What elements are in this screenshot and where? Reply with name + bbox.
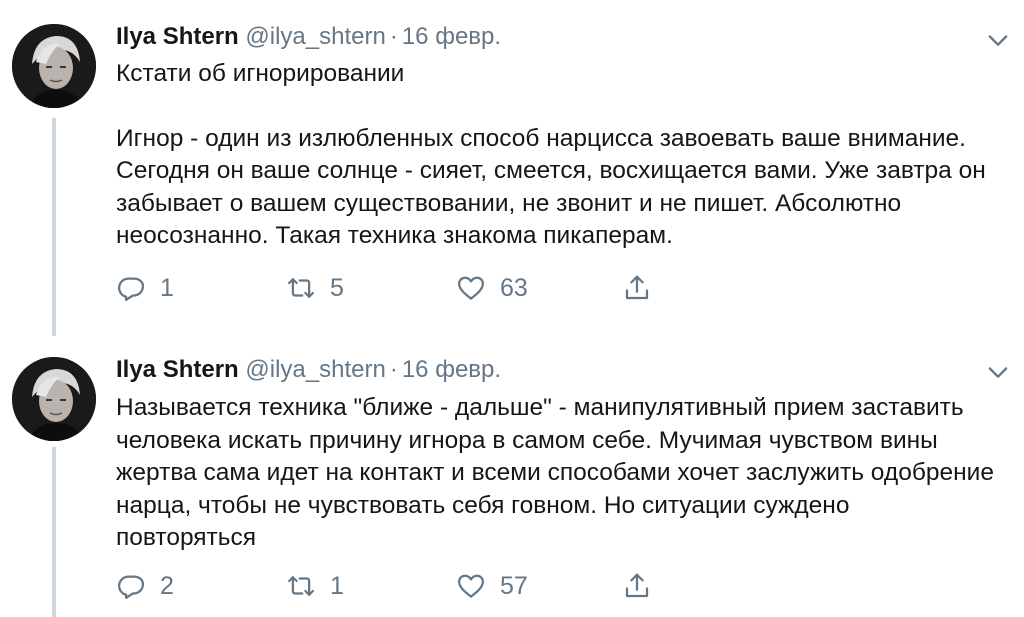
tweet[interactable]: Ilya Shtern @ilya_shtern · 16 февр. Называ… [0,330,1024,617]
reply-button[interactable]: 1 [116,268,174,308]
tweet-paragraph: Игнор - один из излюбленных способ нарци… [116,124,986,250]
retweet-count: 5 [330,274,344,302]
retweet-button[interactable]: 5 [286,268,344,308]
tweet-paragraph: Называется техника "ближе - дальше" - ма… [116,394,994,551]
user-handle[interactable]: @ilya_shtern [245,23,385,50]
tweet-date[interactable]: 16 февр. [402,356,501,383]
retweet-icon [288,576,314,596]
tweet-text: Называется техника "ближе - дальше" - ма… [116,392,996,555]
tweet-header: Ilya Shtern @ilya_shtern · 16 февр. [116,22,501,52]
like-button[interactable]: 57 [456,566,528,606]
like-count: 57 [500,572,528,600]
reply-icon [118,575,145,599]
chevron-down-icon[interactable] [984,358,1012,386]
like-icon [458,574,484,598]
share-button[interactable] [622,566,666,606]
chevron-down-icon[interactable] [984,26,1012,54]
share-icon [625,275,649,300]
avatar[interactable] [12,357,96,441]
like-count: 63 [500,274,528,302]
reply-count: 2 [160,572,174,600]
user-name[interactable]: Ilya Shtern [116,356,239,383]
share-button[interactable] [622,268,666,308]
separator-dot: · [389,23,398,50]
tweet-text: Кстати об игнорировании Игнор - один из … [116,58,996,253]
avatar[interactable] [12,24,96,108]
like-button[interactable]: 63 [456,268,528,308]
reply-button[interactable]: 2 [116,566,174,606]
tweet-actions: 1 5 63 [116,268,676,308]
reply-count: 1 [160,274,174,302]
tweet-date[interactable]: 16 февр. [402,23,501,50]
tweet[interactable]: Ilya Shtern @ilya_shtern · 16 февр. Кстати… [0,0,1024,336]
tweet-paragraph: Кстати об игнорировании [116,60,405,87]
separator-dot: · [389,356,398,383]
like-icon [458,276,484,300]
tweet-actions: 2 1 57 [116,566,676,606]
user-handle[interactable]: @ilya_shtern [245,356,385,383]
user-name[interactable]: Ilya Shtern [116,23,239,50]
retweet-count: 1 [330,572,344,600]
reply-icon [118,277,145,301]
retweet-icon [288,278,314,298]
share-icon [625,573,649,598]
tweet-header: Ilya Shtern @ilya_shtern · 16 февр. [116,355,501,385]
retweet-button[interactable]: 1 [286,566,344,606]
